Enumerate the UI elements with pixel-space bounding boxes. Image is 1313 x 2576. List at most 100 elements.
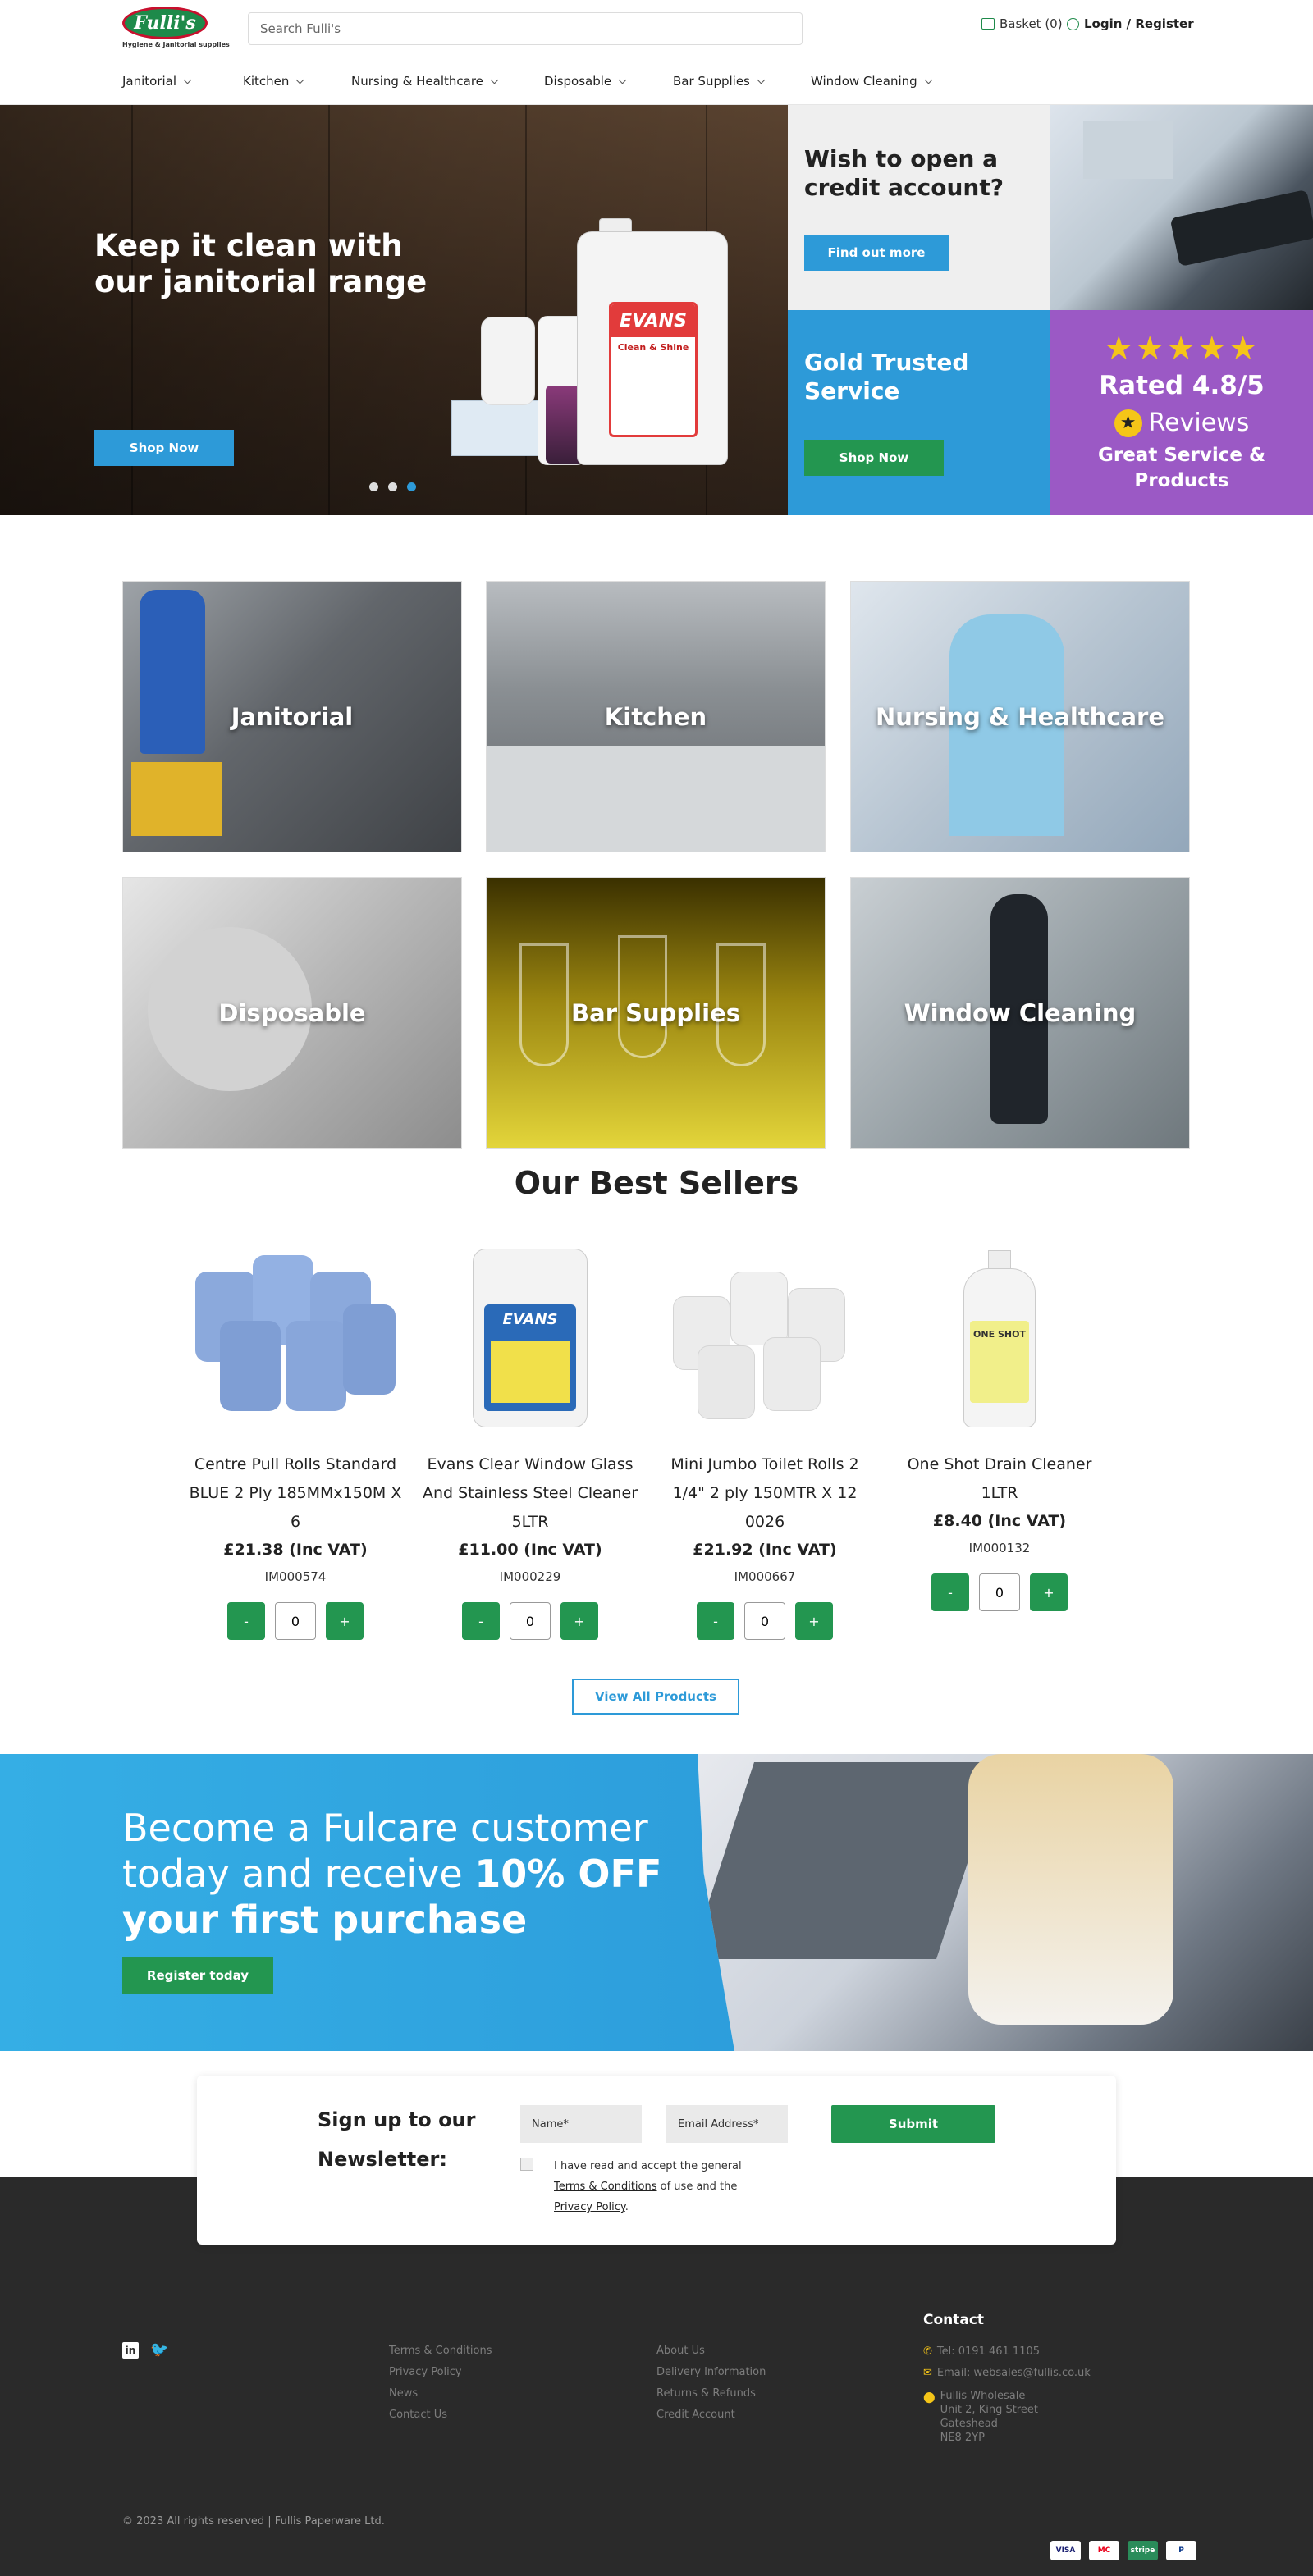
gold-service-tile (788, 310, 1050, 515)
product-name[interactable]: Evans Clear Window Glass And Stainless S… (422, 1450, 638, 1537)
terms-link[interactable]: Terms & Conditions (554, 2181, 657, 2193)
decrease-qty-button[interactable]: - (931, 1573, 969, 1611)
increase-qty-button[interactable]: + (1030, 1573, 1068, 1611)
carousel-dots (369, 482, 416, 491)
quantity-input[interactable] (275, 1602, 316, 1640)
nav-item-bar-supplies[interactable]: Bar Supplies (673, 74, 766, 89)
chevron-down-icon (490, 75, 499, 84)
register-title: Become a Fulcare customer today and rece… (122, 1805, 697, 1943)
phone-icon: ✆ (923, 2345, 932, 2358)
site-logo[interactable]: Fulli's Hygiene & Janitorial supplies (122, 7, 230, 49)
address-line: NE8 2YP (940, 2432, 985, 2444)
newsletter-title: Sign up to our Newsletter: (318, 2108, 476, 2171)
rating-text: Rated 4.8/5 (1099, 371, 1265, 400)
laptop-photo (698, 1754, 1313, 2051)
product-image-blue-rolls[interactable] (187, 1239, 404, 1436)
mail-icon: ✉ (923, 2367, 932, 2379)
increase-qty-button[interactable]: + (326, 1602, 364, 1640)
newsletter-submit-button[interactable]: Submit (831, 2105, 995, 2143)
privacy-link[interactable]: Privacy Policy (554, 2201, 625, 2213)
email-field[interactable] (666, 2105, 788, 2143)
contact-tel[interactable]: Tel: 0191 461 1105 (937, 2343, 1040, 2361)
basket-link[interactable]: Basket (0) (981, 16, 1063, 31)
decrease-qty-button[interactable]: - (697, 1602, 734, 1640)
quantity-input[interactable] (510, 1602, 551, 1640)
linkedin-icon[interactable]: in (122, 2342, 139, 2359)
button-label: Register today (146, 1968, 249, 1983)
product-price: £8.40 (Inc VAT) (932, 1512, 1067, 1530)
carousel-dot[interactable] (369, 482, 378, 491)
visa-icon: VISA (1050, 2541, 1081, 2560)
button-label: Find out more (827, 245, 926, 260)
logo-badge: Fulli's (122, 7, 208, 39)
window-shape (1083, 121, 1173, 179)
quantity-stepper: - + (187, 1602, 404, 1640)
increase-qty-button[interactable]: + (795, 1602, 833, 1640)
roll-shape (220, 1321, 281, 1411)
name-field[interactable] (520, 2105, 642, 2143)
login-register-link[interactable]: Login / Register (1067, 16, 1194, 31)
category-disposable[interactable]: Disposable (122, 877, 462, 1149)
footer-link-contact[interactable]: Contact Us (389, 2405, 492, 2426)
category-label: Kitchen (604, 702, 707, 731)
terms-mid: of use and the (660, 2181, 738, 2193)
carousel-dot-active[interactable] (407, 482, 416, 491)
product-image-drain-cleaner[interactable]: ONE SHOT (891, 1239, 1108, 1436)
category-kitchen[interactable]: Kitchen (486, 581, 826, 852)
decrease-qty-button[interactable]: - (227, 1602, 265, 1640)
paypal-icon: P (1166, 2541, 1196, 2560)
gold-shop-now-button[interactable]: Shop Now (804, 440, 944, 476)
product-image-evans-clear[interactable]: EVANS (422, 1239, 638, 1436)
hero-shop-now-button[interactable]: Shop Now (94, 430, 234, 466)
nav-item-window-cleaning[interactable]: Window Cleaning (811, 74, 933, 89)
footer-link-news[interactable]: News (389, 2383, 492, 2405)
footer-link-delivery[interactable]: Delivery Information (656, 2362, 766, 2383)
decrease-qty-button[interactable]: - (462, 1602, 500, 1640)
contact-heading: Contact (923, 2312, 985, 2328)
product-label-name: Clean & Shine (617, 342, 689, 353)
nav-item-nursing-healthcare[interactable]: Nursing & Healthcare (351, 74, 499, 89)
payment-methods: VISA MC stripe P (1050, 2541, 1196, 2560)
register-today-button[interactable]: Register today (122, 1957, 273, 1994)
terms-prefix: I have read and accept the general (554, 2160, 742, 2172)
bottle-brand: EVANS (502, 1311, 558, 1328)
product-name[interactable]: One Shot Drain Cleaner 1LTR (891, 1450, 1108, 1508)
nav-item-kitchen[interactable]: Kitchen (243, 74, 304, 89)
increase-qty-button[interactable]: + (560, 1602, 598, 1640)
newsletter-box: Sign up to our Newsletter: Submit I have… (197, 2076, 1116, 2245)
footer-link-privacy[interactable]: Privacy Policy (389, 2362, 492, 2383)
category-bar-supplies[interactable]: Bar Supplies (486, 877, 826, 1149)
category-label: Bar Supplies (571, 998, 740, 1027)
quantity-stepper: - + (891, 1573, 1108, 1611)
nav-item-janitorial[interactable]: Janitorial (122, 74, 192, 89)
twitter-icon[interactable]: 🐦 (150, 2343, 168, 2358)
product-card: EVANS Evans Clear Window Glass And Stain… (422, 1239, 638, 1640)
toilet-roll-image (481, 317, 535, 405)
accept-terms-checkbox[interactable] (520, 2158, 533, 2171)
footer-link-terms[interactable]: Terms & Conditions (389, 2341, 492, 2362)
login-label: Login / Register (1084, 16, 1194, 31)
find-out-more-button[interactable]: Find out more (804, 235, 949, 271)
gold-title: Gold Trusted Service (804, 349, 969, 404)
product-name[interactable]: Centre Pull Rolls Standard BLUE 2 Ply 18… (187, 1450, 404, 1537)
label-panel (491, 1341, 570, 1403)
carousel-dot[interactable] (388, 482, 397, 491)
quantity-input[interactable] (979, 1573, 1020, 1611)
contact-email[interactable]: Email: websales@fullis.co.uk (937, 2364, 1091, 2382)
footer-link-returns[interactable]: Returns & Refunds (656, 2383, 766, 2405)
view-all-products-button[interactable]: View All Products (572, 1679, 739, 1715)
roll-shape (698, 1345, 755, 1419)
location-pin-icon: ⬤ (923, 2391, 936, 2404)
search-input[interactable] (248, 12, 803, 45)
footer-link-credit[interactable]: Credit Account (656, 2405, 766, 2426)
category-window-cleaning[interactable]: Window Cleaning (850, 877, 1190, 1149)
footer-link-about[interactable]: About Us (656, 2341, 766, 2362)
product-image-toilet-rolls[interactable] (656, 1239, 873, 1436)
credit-account-tile (788, 105, 1050, 310)
nav-item-disposable[interactable]: Disposable (544, 74, 627, 89)
quantity-input[interactable] (744, 1602, 785, 1640)
category-nursing-healthcare[interactable]: Nursing & Healthcare (850, 581, 1190, 852)
button-label: View All Products (595, 1689, 716, 1704)
category-janitorial[interactable]: Janitorial (122, 581, 462, 852)
product-name[interactable]: Mini Jumbo Toilet Rolls 2 1/4" 2 ply 150… (656, 1450, 873, 1537)
